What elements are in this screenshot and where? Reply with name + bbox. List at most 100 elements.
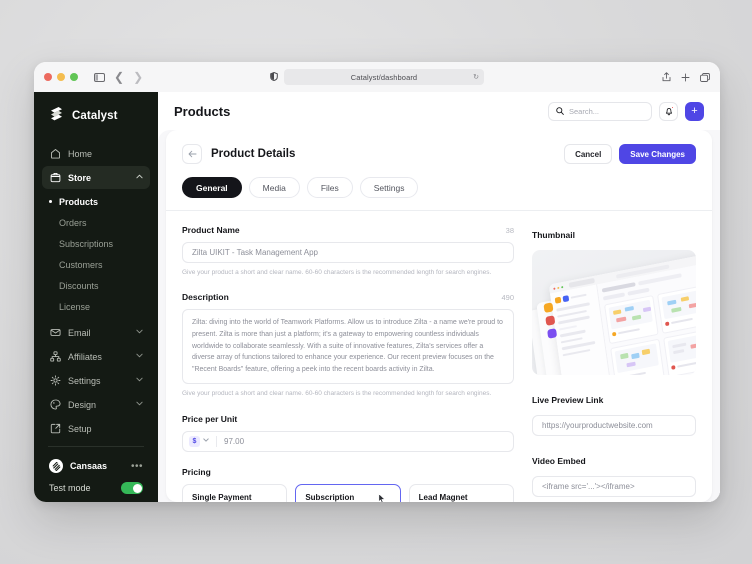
- price-input[interactable]: 97.00: [224, 437, 244, 446]
- thumbnail-mockup: [532, 250, 696, 375]
- sidebar-item-discounts[interactable]: Discounts: [42, 275, 150, 296]
- account-menu-icon[interactable]: •••: [131, 461, 143, 472]
- brand: Catalyst: [34, 106, 158, 142]
- sidebar-item-store[interactable]: Store: [42, 166, 150, 189]
- tab-general[interactable]: General: [182, 177, 242, 198]
- setup-icon: [49, 423, 61, 435]
- sidebar-footer: Cansaas ••• Test mode: [34, 440, 158, 499]
- chevron-down-icon: [136, 377, 143, 384]
- sidebar-item-home[interactable]: Home: [42, 142, 150, 165]
- description-counter: 490: [501, 293, 514, 303]
- bullet-placeholder-icon: [49, 305, 52, 308]
- minimize-window-button[interactable]: [57, 73, 65, 81]
- pricing-label: Pricing: [182, 466, 211, 477]
- show-tabs-icon[interactable]: [700, 72, 710, 82]
- avatar: [49, 459, 63, 473]
- form-columns: Product Name 38 Zilta UIKIT - Task Manag…: [182, 211, 696, 502]
- sidebar-item-orders[interactable]: Orders: [42, 212, 150, 233]
- live-preview-input[interactable]: https://yourproductwebsite.com: [532, 415, 696, 436]
- video-embed-label: Video Embed: [532, 456, 586, 466]
- pricing-option-single-payment[interactable]: Single Payment Charge a one-time fee: [182, 483, 288, 502]
- price-input-row[interactable]: $ 97.00: [182, 430, 514, 452]
- sidebar-item-affiliates[interactable]: Affiliates: [42, 345, 150, 368]
- sidebar-item-subscriptions[interactable]: Subscriptions: [42, 233, 150, 254]
- sidebar-nav: Home Store: [34, 142, 158, 189]
- detail-title: Product Details: [211, 148, 296, 160]
- sidebar-toggle-icon[interactable]: [94, 72, 105, 82]
- divider: [216, 435, 217, 447]
- product-name-counter: 38: [505, 226, 514, 235]
- sidebar-item-settings[interactable]: Settings: [42, 369, 150, 392]
- notification-badge: [670, 106, 674, 109]
- catalyst-logo-icon: [48, 106, 65, 126]
- home-icon: [49, 148, 61, 160]
- close-window-button[interactable]: [44, 73, 52, 81]
- tab-media[interactable]: Media: [248, 177, 300, 198]
- sidebar-subitem-label: Subscriptions: [59, 238, 114, 249]
- palette-icon: [49, 399, 61, 411]
- save-changes-button[interactable]: Save Changes: [619, 144, 696, 164]
- thumbnail-preview[interactable]: [532, 250, 696, 375]
- envelope-icon: [49, 327, 61, 339]
- sidebar-item-email[interactable]: Email: [42, 321, 150, 344]
- tab-files[interactable]: Files: [306, 177, 353, 198]
- sidebar: Catalyst Home Store Products Orders Subs…: [34, 92, 158, 502]
- pricing-option-title: Lead Magnet: [418, 492, 468, 502]
- pricing-field: Pricing Single Payment Charge a one-time…: [182, 467, 514, 502]
- form-right-column: Thumbnail Live Preview Link https://your…: [532, 225, 696, 502]
- sidebar-item-label: Store: [68, 172, 92, 183]
- currency-badge[interactable]: $: [189, 435, 200, 447]
- add-product-button[interactable]: +: [685, 101, 704, 121]
- detail-header: Product Details Cancel Save Changes: [182, 144, 696, 164]
- sidebar-item-label: Setup: [68, 423, 92, 434]
- bullet-placeholder-icon: [49, 284, 52, 287]
- pricing-option-subscription[interactable]: Subscription Charge an ongoing fee: [295, 483, 401, 502]
- sidebar-item-label: Settings: [68, 375, 101, 386]
- product-name-input[interactable]: Zilta UIKIT - Task Management App: [182, 242, 514, 263]
- account-switcher[interactable]: Cansaas •••: [42, 455, 150, 477]
- sidebar-item-license[interactable]: License: [42, 296, 150, 317]
- pricing-option-title: Single Payment: [192, 492, 252, 502]
- sidebar-subitem-label: Orders: [59, 217, 87, 228]
- store-subnav: Products Orders Subscriptions Customers …: [34, 189, 158, 321]
- bullet-placeholder-icon: [49, 263, 52, 266]
- sidebar-item-label: Design: [68, 399, 97, 410]
- affiliates-icon: [49, 351, 61, 363]
- reload-icon[interactable]: ↻: [473, 73, 479, 81]
- address-bar[interactable]: Catalyst/dashboard ↻: [284, 69, 484, 85]
- mockup-browser: [548, 250, 696, 375]
- back-button[interactable]: [182, 144, 202, 164]
- sidebar-item-customers[interactable]: Customers: [42, 254, 150, 275]
- url-text: Catalyst/dashboard: [350, 72, 418, 82]
- maximize-window-button[interactable]: [70, 73, 78, 81]
- sidebar-item-design[interactable]: Design: [42, 393, 150, 416]
- search-placeholder: Search...: [569, 106, 600, 116]
- search-icon: [556, 102, 564, 120]
- share-icon[interactable]: [662, 72, 671, 82]
- live-preview-field: Live Preview Link https://yourproductweb…: [532, 390, 696, 436]
- forward-button[interactable]: ❯: [133, 71, 143, 83]
- cancel-button[interactable]: Cancel: [564, 144, 613, 164]
- price-field: Price per Unit $ 97.00: [182, 414, 514, 452]
- video-embed-input[interactable]: <iframe src='...'></iframe>: [532, 476, 696, 497]
- thumbnail-field: Thumbnail: [532, 225, 696, 375]
- brand-name: Catalyst: [72, 110, 118, 122]
- test-mode-toggle[interactable]: [121, 482, 143, 494]
- main-area: Products Search... + Product Details Can…: [158, 92, 720, 502]
- tab-settings[interactable]: Settings: [359, 177, 419, 198]
- pricing-options: Single Payment Charge a one-time fee Sub…: [182, 483, 514, 502]
- window-controls[interactable]: [44, 73, 78, 81]
- chevron-down-icon[interactable]: [203, 438, 209, 444]
- description-label: Description: [182, 292, 229, 303]
- sidebar-item-setup[interactable]: Setup: [42, 417, 150, 440]
- new-tab-icon[interactable]: [681, 73, 690, 82]
- back-button[interactable]: ❮: [114, 71, 124, 83]
- notifications-button[interactable]: [659, 101, 678, 121]
- description-textarea[interactable]: Zilta: diving into the world of Teamwork…: [182, 309, 514, 385]
- content-region: Product Details Cancel Save Changes Gene…: [158, 130, 720, 502]
- pricing-option-lead-magnet[interactable]: Lead Magnet Allow access for free: [408, 483, 514, 502]
- product-name-hint: Give your product a short and clear name…: [182, 269, 492, 276]
- account-name: Cansaas: [70, 461, 108, 471]
- sidebar-item-products[interactable]: Products: [42, 191, 150, 212]
- search-input[interactable]: Search...: [548, 101, 652, 121]
